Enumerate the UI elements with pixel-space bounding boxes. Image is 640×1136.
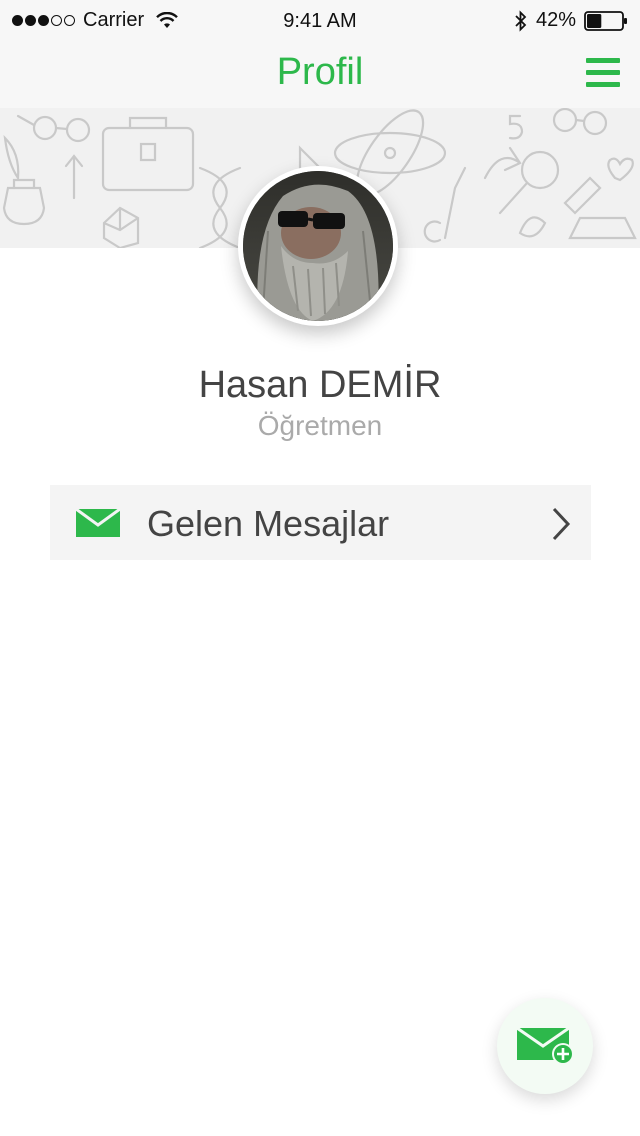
status-right: 42% xyxy=(514,9,628,32)
user-name: Hasan DEMİR xyxy=(198,364,442,406)
chevron-right-icon xyxy=(552,507,571,541)
menu-line xyxy=(586,70,620,75)
mail-icon xyxy=(76,509,120,537)
profile-photo xyxy=(243,171,393,321)
bluetooth-icon xyxy=(515,9,527,32)
profile-photo-art xyxy=(243,171,393,321)
battery-percentage: 42% xyxy=(535,9,576,31)
new-message-button[interactable] xyxy=(497,998,593,1094)
user-role: Öğretmen xyxy=(257,410,383,441)
battery-icon xyxy=(584,10,627,31)
navigation-bar: Profil xyxy=(0,40,640,108)
page-title: Profil xyxy=(276,51,364,93)
hamburger-menu-icon[interactable] xyxy=(586,58,620,88)
inbox-menu-item[interactable]: Gelen Mesajlar xyxy=(50,485,591,560)
menu-line xyxy=(586,82,620,87)
inbox-label: Gelen Mesajlar xyxy=(147,503,390,544)
menu-line xyxy=(586,58,620,63)
new-message-icon xyxy=(517,1026,574,1065)
avatar[interactable] xyxy=(238,166,398,326)
status-bar: Carrier 9:41 AM 42% xyxy=(0,0,640,40)
